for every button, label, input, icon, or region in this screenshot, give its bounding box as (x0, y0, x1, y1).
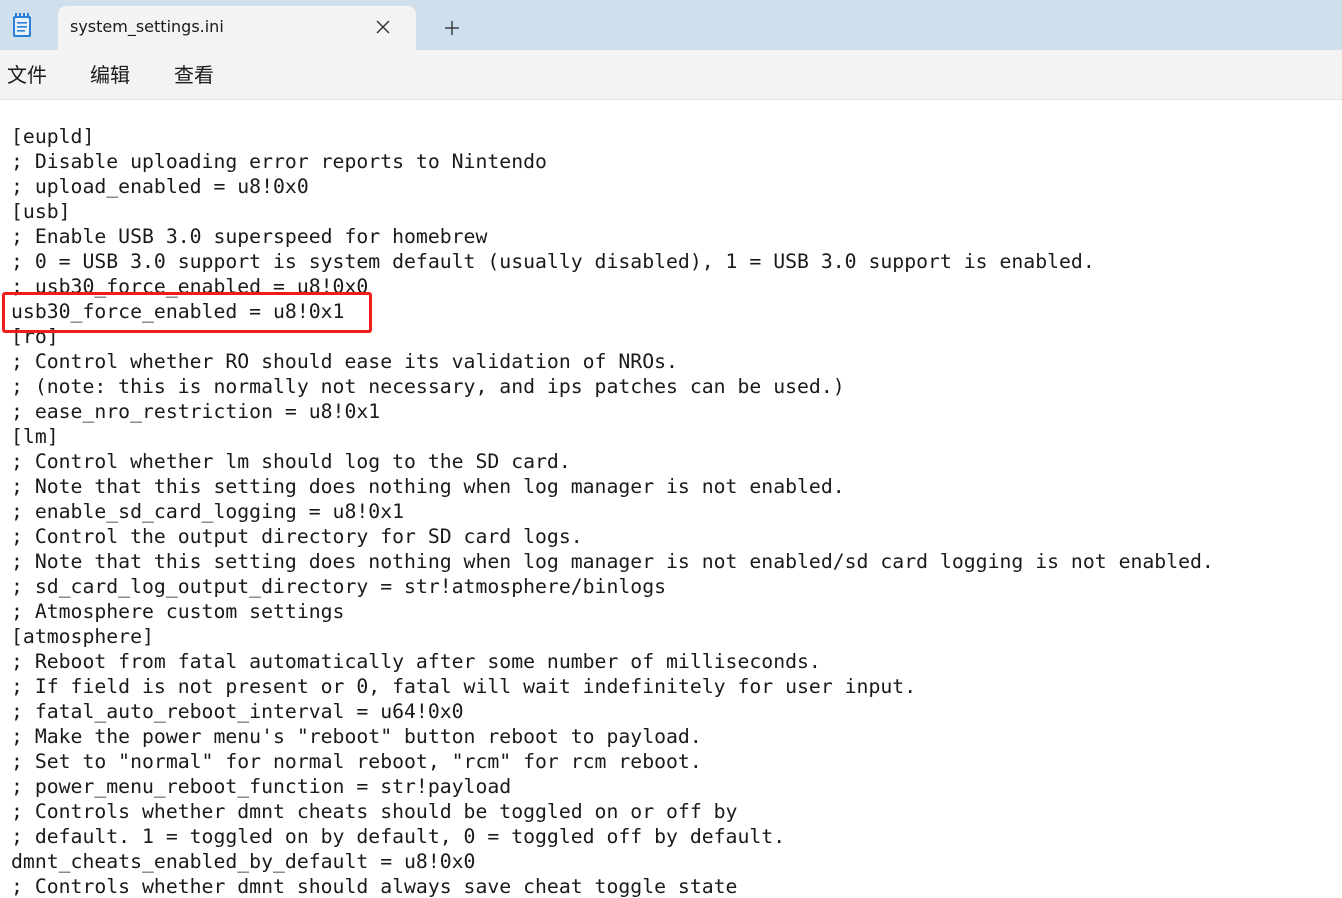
editor-line: ; Atmosphere custom settings (11, 600, 345, 623)
editor-line: [lm] (11, 425, 59, 448)
editor-line: ; power_menu_reboot_function = str!paylo… (11, 775, 512, 798)
editor-content[interactable]: [eupld]; Disable uploading error reports… (11, 124, 1214, 898)
editor-line: ; upload_enabled = u8!0x0 (11, 175, 309, 198)
editor-line: ; Disable uploading error reports to Nin… (11, 150, 547, 173)
editor-line: ; default. 1 = toggled on by default, 0 … (11, 825, 786, 848)
editor-line: ; Control whether RO should ease its val… (11, 350, 678, 373)
tab-title: system_settings.ini (70, 17, 224, 36)
menu-bar: 文件 编辑 查看 (0, 50, 1342, 100)
editor-line: [ro] (11, 325, 59, 348)
editor-line: [eupld] (11, 125, 95, 148)
editor-line: ; Enable USB 3.0 superspeed for homebrew (11, 225, 488, 248)
editor-line: ; Reboot from fatal automatically after … (11, 650, 821, 673)
new-tab-button[interactable] (440, 16, 464, 40)
editor-line: ; If field is not present or 0, fatal wi… (11, 675, 917, 698)
editor-line: ; Make the power menu's "reboot" button … (11, 725, 702, 748)
editor-line: ; Set to "normal" for normal reboot, "rc… (11, 750, 702, 773)
menu-edit[interactable]: 编辑 (90, 62, 130, 88)
editor-line: ; Control the output directory for SD ca… (11, 525, 583, 548)
title-bar: system_settings.ini (0, 0, 1342, 50)
editor-line: ; Controls whether dmnt should always sa… (11, 875, 738, 898)
editor-line: ; fatal_auto_reboot_interval = u64!0x0 (11, 700, 464, 723)
menu-view[interactable]: 查看 (174, 62, 214, 88)
editor-line: ; enable_sd_card_logging = u8!0x1 (11, 500, 405, 523)
editor-line: ; (note: this is normally not necessary,… (11, 375, 845, 398)
editor-line: ; sd_card_log_output_directory = str!atm… (11, 575, 667, 598)
editor-line: dmnt_cheats_enabled_by_default = u8!0x0 (11, 850, 476, 873)
plus-icon (445, 21, 459, 35)
tab-system-settings[interactable]: system_settings.ini (58, 6, 416, 50)
editor-line: ; 0 = USB 3.0 support is system default … (11, 250, 1095, 273)
editor-line: ; Note that this setting does nothing wh… (11, 550, 1214, 573)
editor-line: ; usb30_force_enabled = u8!0x0 (11, 275, 369, 298)
editor-line: ; Note that this setting does nothing wh… (11, 475, 845, 498)
editor-line: ; Control whether lm should log to the S… (11, 450, 571, 473)
editor-line: ; Controls whether dmnt cheats should be… (11, 800, 738, 823)
menu-file[interactable]: 文件 (7, 62, 47, 88)
editor-line: ; ease_nro_restriction = u8!0x1 (11, 400, 381, 423)
editor-line: [atmosphere] (11, 625, 154, 648)
notepad-icon (11, 12, 33, 38)
close-icon[interactable] (372, 16, 394, 38)
text-editor[interactable]: [eupld]; Disable uploading error reports… (0, 101, 1342, 898)
editor-line: usb30_force_enabled = u8!0x1 (11, 300, 345, 323)
editor-line: [usb] (11, 200, 71, 223)
